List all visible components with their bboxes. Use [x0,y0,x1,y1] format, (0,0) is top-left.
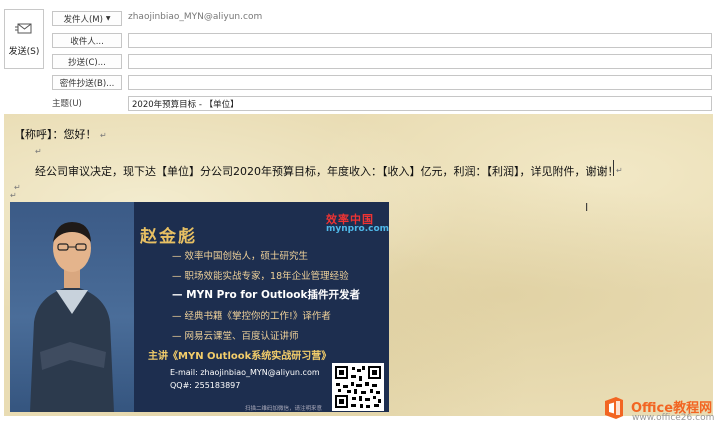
bcc-button[interactable]: 密件抄送(B)... [52,75,122,90]
from-button-label: 发件人(M) [63,14,103,25]
banner-qq: QQ#: 255183897 [170,381,241,390]
banner-logo-url: mynpro.com [326,224,389,234]
greeting-text: 【称呼】：您好！ [14,128,97,141]
banner-item: — 网易云课堂、百度认证讲师 [172,331,299,342]
chevron-down-icon: ▼ [105,15,111,22]
banner-email: E-mail: zhaojinbiao_MYN@aliyun.com [170,368,320,377]
subject-field[interactable]: 2020年预算目标 - 【单位】 [128,96,712,111]
to-button[interactable]: 收件人... [52,33,122,48]
office-logo-icon [605,397,623,419]
send-button[interactable]: 发送(S) [4,9,44,69]
portrait-photo [10,202,134,412]
banner-name: 赵金彪 [140,227,197,247]
from-address: zhaojinbiao_MYN@aliyun.com [128,12,263,22]
banner-item: — MYN Pro for Outlook插件开发者 [172,289,360,301]
banner-item: — 职场效能实战专家，18年企业管理经验 [172,271,349,282]
banner-item: — 效率中国创始人，硕士研究生 [172,251,309,262]
person-silhouette-icon [30,222,114,412]
send-label: 发送(S) [8,46,40,57]
cc-field[interactable] [128,54,712,69]
paragraph-text: 经公司审议决定，现下达【单位】分公司2020年预算目标，年度收入：【收入】亿元，… [35,165,619,178]
text-cursor [613,160,614,176]
signature-banner: 赵金彪 效率中国 mynpro.com — 效率中国创始人，硕士研究生 — 职场… [10,202,389,412]
greeting-line: 【称呼】：您好！ ↵ [14,126,107,142]
qr-code-icon [332,363,384,411]
banner-footnote: 扫描二维码加微信，请注明来意 [245,406,323,412]
banner-item: — 经典书籍《掌控你的工作!》译作者 [172,311,331,322]
send-envelope-icon [15,23,32,33]
paragraph-mark: ↵ [100,131,107,140]
paragraph-mark: ↵ [35,147,42,156]
to-field[interactable] [128,33,712,48]
paragraph-mark: ↵ [10,191,17,200]
cc-button[interactable]: 抄送(C)... [52,54,122,69]
bcc-field[interactable] [128,75,712,90]
watermark-url: www.office26.com [632,413,715,423]
paragraph-line: 经公司审议决定，现下达【单位】分公司2020年预算目标，年度收入：【收入】亿元，… [35,163,619,179]
ibeam-cursor-icon: I [585,201,589,214]
paragraph-mark: ↵ [616,166,623,175]
subject-label: 主题(U) [52,99,82,109]
banner-item: 主讲《MYN Outlook系统实战研习营》 [148,351,332,362]
from-button[interactable]: 发件人(M) ▼ [52,11,122,26]
